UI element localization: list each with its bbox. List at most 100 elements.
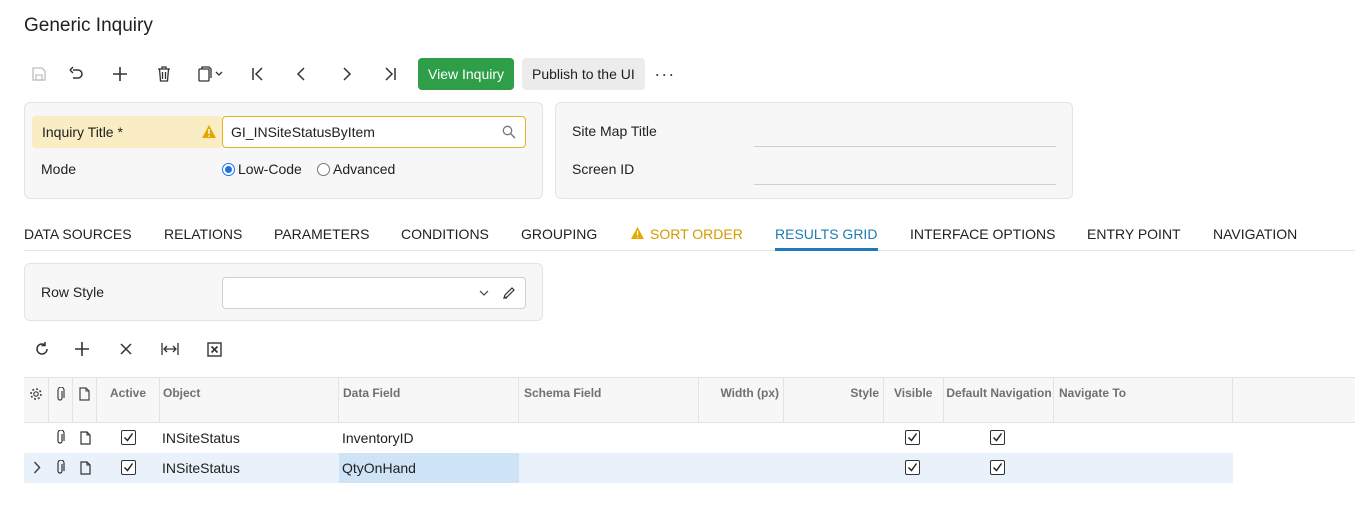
data-field-cell[interactable]: InventoryID [339,423,519,453]
pencil-icon[interactable] [502,286,516,300]
publish-to-ui-button[interactable]: Publish to the UI [522,58,645,90]
visible-checkbox[interactable] [905,430,920,445]
column-header-label: Navigate To [1059,386,1127,400]
attachment-header-cell [49,378,73,423]
radio-selected-icon [222,162,235,176]
add-button[interactable] [98,58,142,90]
more-menu-button[interactable]: ··· [645,58,685,90]
grid-header: Active Object Data Field Schema Field Wi… [24,377,1355,423]
schema-field-cell[interactable] [519,453,699,483]
next-button[interactable] [324,58,368,90]
chevron-right-icon[interactable] [33,461,41,474]
paperclip-icon[interactable] [55,430,65,445]
column-header-label: Active [110,386,147,400]
tab-interface-options[interactable]: INTERFACE OPTIONS [910,226,1055,242]
refresh-icon [36,342,48,355]
data-field-cell[interactable]: QtyOnHand [339,453,519,483]
row-style-panel: Row Style [24,263,543,321]
tab-parameters[interactable]: PARAMETERS [274,226,369,242]
save-button[interactable] [24,58,54,90]
main-toolbar: View Inquiry Publish to the UI ··· [24,58,685,90]
summary-panel: Inquiry Title * GI_INSiteStatusByItem Mo… [24,102,543,199]
mode-option-label: Advanced [333,161,396,177]
data-field-value: InventoryID [342,430,414,446]
column-header-label: Style [850,386,879,400]
row-style-select[interactable] [222,277,526,309]
plus-icon [113,67,127,81]
active-tab-indicator [775,248,878,251]
paperclip-icon [57,387,65,401]
column-header-label: Schema Field [524,386,602,400]
undo-button[interactable] [54,58,98,90]
table-row[interactable]: INSiteStatus QtyOnHand [24,453,1233,483]
checkmark-icon [907,433,918,442]
column-header-label: Data Field [343,386,401,400]
column-header-object[interactable]: Object [160,378,339,423]
column-header-label: Default Navigation [946,386,1052,400]
tab-results-grid[interactable]: RESULTS GRID [775,226,877,242]
tab-sort-order[interactable]: SORT ORDER [650,226,743,242]
inquiry-title-input[interactable]: GI_INSiteStatusByItem [222,116,526,148]
chevron-down-icon[interactable] [479,290,489,297]
column-settings-cell[interactable] [24,378,49,423]
inquiry-title-label-box: Inquiry Title * [32,116,222,148]
object-cell[interactable]: INSiteStatus [160,423,339,453]
column-header-active[interactable]: Active [97,378,160,423]
previous-button[interactable] [280,58,324,90]
save-icon [32,67,46,81]
refresh-button[interactable] [24,334,60,364]
notes-header-cell [73,378,97,423]
delete-row-button[interactable] [104,334,148,364]
default-navigation-checkbox[interactable] [990,430,1005,445]
paperclip-icon[interactable] [55,460,65,475]
column-header-width[interactable]: Width (px) [699,378,784,423]
copy-paste-button[interactable] [186,58,236,90]
column-header-label: Visible [894,386,933,400]
previous-icon [296,67,305,81]
fit-columns-button[interactable] [148,334,192,364]
add-row-button[interactable] [60,334,104,364]
object-cell[interactable]: INSiteStatus [160,453,339,483]
default-navigation-checkbox[interactable] [990,460,1005,475]
object-value: INSiteStatus [162,430,240,446]
column-header-default-navigation[interactable]: Default Navigation [944,378,1054,423]
checkmark-icon [992,463,1003,472]
note-icon[interactable] [80,431,91,445]
screen-id-field[interactable] [754,163,1056,185]
delete-button[interactable] [142,58,186,90]
tab-grouping[interactable]: GROUPING [521,226,597,242]
plus-icon [75,342,89,356]
row-style-label: Row Style [41,284,105,300]
last-record-icon [385,67,396,81]
column-header-visible[interactable]: Visible [884,378,944,423]
trash-icon [158,66,170,82]
mode-radio-advanced[interactable]: Advanced [317,161,395,177]
first-record-button[interactable] [236,58,280,90]
mode-radio-low-code[interactable]: Low-Code [222,161,302,177]
tab-data-sources[interactable]: DATA SOURCES [24,226,132,242]
tab-conditions[interactable]: CONDITIONS [401,226,489,242]
column-header-data-field[interactable]: Data Field [339,378,519,423]
tab-entry-point[interactable]: ENTRY POINT [1087,226,1181,242]
checkmark-icon [123,463,134,472]
fit-width-icon [161,343,179,355]
column-header-navigate-to[interactable]: Navigate To [1054,378,1233,423]
site-map-title-field[interactable] [754,125,1056,147]
screen-id-label: Screen ID [572,161,635,177]
export-excel-button[interactable] [192,334,236,364]
view-inquiry-button[interactable]: View Inquiry [418,58,515,90]
radio-unselected-icon [317,162,330,176]
visible-checkbox[interactable] [905,460,920,475]
active-checkbox[interactable] [121,430,136,445]
tab-relations[interactable]: RELATIONS [164,226,242,242]
column-header-schema-field[interactable]: Schema Field [519,378,699,423]
search-icon[interactable] [502,125,516,139]
active-checkbox[interactable] [121,460,136,475]
tab-navigation[interactable]: NAVIGATION [1213,226,1297,242]
last-record-button[interactable] [368,58,412,90]
schema-field-cell[interactable] [519,423,699,453]
page-title: Generic Inquiry [24,15,153,36]
column-header-style[interactable]: Style [784,378,884,423]
note-icon[interactable] [80,461,91,475]
table-row[interactable]: INSiteStatus InventoryID [24,423,1233,453]
